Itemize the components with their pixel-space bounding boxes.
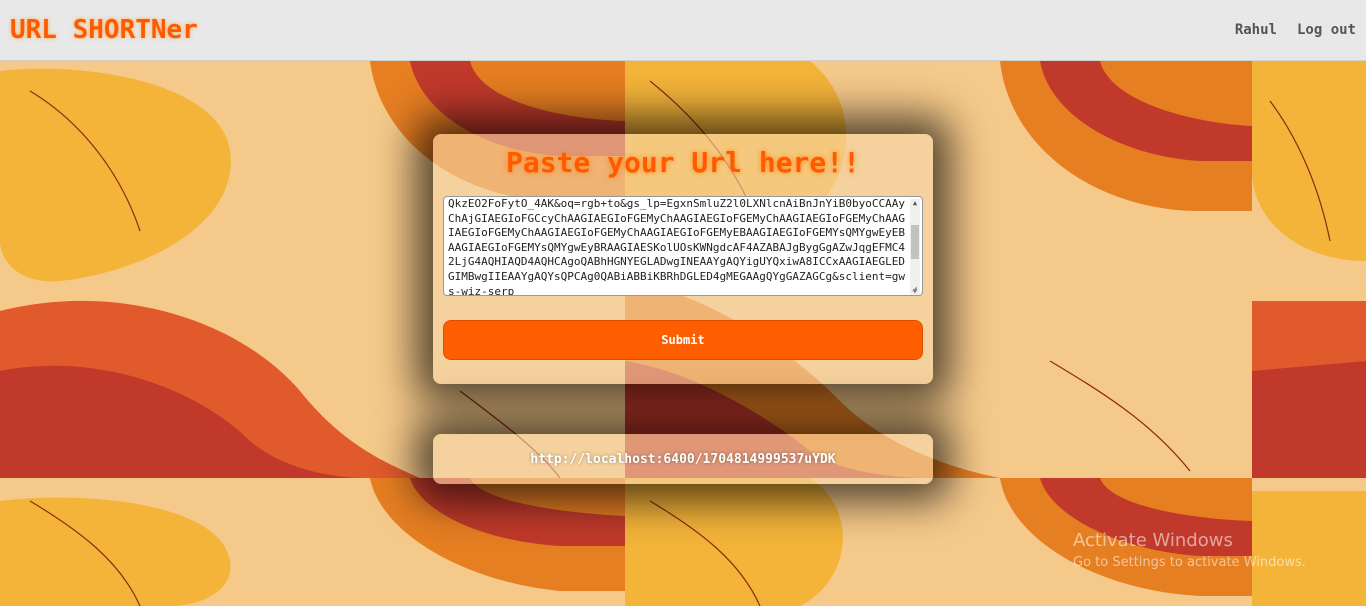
submit-button[interactable]: Submit bbox=[443, 320, 923, 360]
textarea-scrollbar[interactable]: ▲ ▼ bbox=[910, 199, 920, 295]
watermark-title: Activate Windows bbox=[1073, 530, 1233, 551]
scroll-thumb[interactable] bbox=[911, 225, 919, 259]
user-link[interactable]: Rahul bbox=[1235, 22, 1277, 38]
short-url-link[interactable]: http://localhost:6400/1704814999537uYDK bbox=[530, 452, 835, 467]
navbar: URL SHORTNer Rahul Log out bbox=[0, 0, 1366, 61]
scroll-up-arrow-icon[interactable]: ▲ bbox=[911, 199, 919, 207]
url-textarea-value: QkzEO2FoFytO_4AK&oq=rgb+to&gs_lp=EgxnSml… bbox=[448, 197, 905, 296]
result-card: http://localhost:6400/1704814999537uYDK bbox=[433, 434, 933, 484]
resize-grip-icon[interactable]: ◢ bbox=[912, 285, 920, 293]
activate-windows-watermark: Activate Windows Go to Settings to activ… bbox=[1073, 530, 1306, 570]
nav-links: Rahul Log out bbox=[1235, 22, 1356, 38]
watermark-subtitle: Go to Settings to activate Windows. bbox=[1073, 555, 1306, 570]
logout-link[interactable]: Log out bbox=[1297, 22, 1356, 38]
url-form-card: Paste your Url here!! QkzEO2FoFytO_4AK&o… bbox=[433, 134, 933, 384]
url-textarea[interactable]: QkzEO2FoFytO_4AK&oq=rgb+to&gs_lp=EgxnSml… bbox=[443, 196, 923, 296]
form-heading: Paste your Url here!! bbox=[505, 146, 860, 179]
brand-logo[interactable]: URL SHORTNer bbox=[10, 15, 198, 45]
